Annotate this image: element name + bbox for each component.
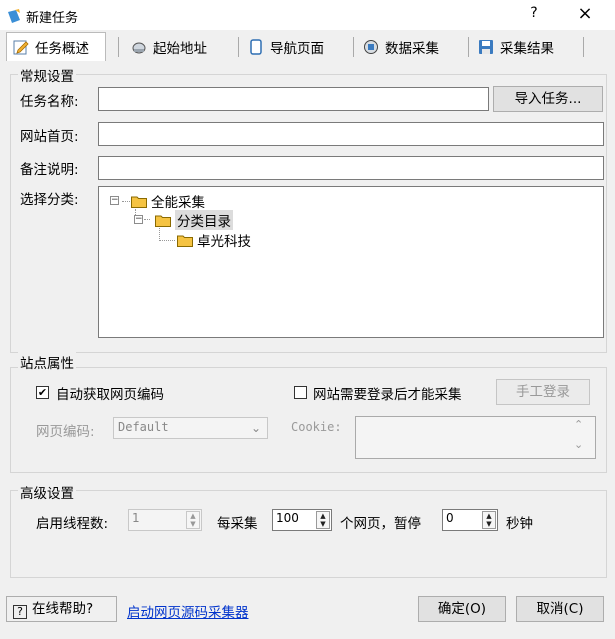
seconds-label: 秒钟 — [506, 516, 533, 532]
tree-node-category-dir[interactable]: 分类目录 — [155, 210, 233, 230]
homepage-input[interactable] — [98, 122, 604, 146]
tab-divider — [468, 37, 469, 57]
source-collector-link[interactable]: 启动网页源码采集器 — [127, 601, 249, 621]
scroll-down-icon[interactable]: ⌄ — [574, 438, 583, 451]
ok-button[interactable]: 确定(O) — [418, 596, 506, 622]
threads-value: 1 — [132, 511, 140, 525]
pause-spinner[interactable]: 0 ▲ ▼ — [442, 509, 498, 531]
tab-divider — [353, 37, 354, 57]
close-button[interactable]: × — [570, 3, 600, 25]
cookie-textarea[interactable] — [355, 416, 596, 459]
tree-node-all-collect[interactable]: 全能采集 — [131, 192, 205, 211]
tab-navigation-page[interactable]: 导航页面 — [242, 34, 348, 59]
per-collect-spinner[interactable]: 100 ▲ ▼ — [272, 509, 332, 531]
tab-strip: 任务概述 起始地址 导航页面 数据采集 采集结果 — [6, 32, 606, 61]
tree-node-label: 分类目录 — [175, 210, 233, 230]
encoding-value: Default — [118, 420, 169, 434]
window-title: 新建任务 — [26, 11, 79, 26]
pages-pause-label: 个网页，暂停 — [340, 516, 421, 532]
task-name-label: 任务名称: — [20, 94, 79, 110]
edit-icon — [13, 40, 29, 55]
online-help-button[interactable]: ? 在线帮助? — [6, 596, 117, 622]
threads-spinner[interactable]: 1 ▲ ▼ — [128, 509, 202, 531]
task-name-input[interactable] — [98, 87, 489, 111]
tab-label: 起始地址 — [153, 40, 207, 57]
disk-icon — [132, 42, 146, 53]
tree-expander[interactable]: − — [134, 215, 143, 224]
note-label: 备注说明: — [20, 162, 79, 178]
question-icon: ? — [13, 605, 27, 619]
advanced-settings-legend: 高级设置 — [18, 482, 76, 502]
tab-divider — [238, 37, 239, 57]
page-icon — [250, 38, 262, 55]
tab-task-overview[interactable]: 任务概述 — [6, 32, 106, 61]
tree-connector — [159, 240, 175, 241]
save-icon — [479, 39, 493, 54]
per-collect-label: 每采集 — [217, 516, 258, 532]
tree-node-label: 全能采集 — [151, 195, 205, 211]
manual-login-button[interactable]: 手工登录 — [496, 379, 590, 405]
folder-icon — [131, 196, 147, 208]
folder-icon — [155, 215, 171, 227]
spinner-arrows-icon[interactable]: ▲ ▼ — [186, 511, 200, 529]
general-settings-legend: 常规设置 — [18, 65, 76, 85]
spinner-arrows-icon[interactable]: ▲ ▼ — [482, 511, 496, 529]
title-help-button[interactable]: ? — [522, 5, 546, 25]
tab-label: 任务概述 — [35, 41, 89, 57]
spinner-arrows-icon[interactable]: ▲ ▼ — [316, 511, 330, 529]
login-required-checkbox[interactable] — [294, 386, 307, 399]
tree-connector — [122, 201, 130, 202]
folder-icon — [177, 235, 193, 247]
cookie-label: Cookie: — [291, 420, 342, 434]
app-icon — [8, 9, 20, 23]
tab-start-address[interactable]: 起始地址 — [125, 34, 235, 59]
tree-connector — [144, 219, 150, 220]
tab-data-collection[interactable]: 数据采集 — [357, 34, 463, 59]
tab-label: 数据采集 — [385, 40, 439, 57]
tree-expander[interactable]: − — [110, 196, 119, 205]
category-tree[interactable]: − 全能采集 − 分类目录 卓光科技 — [98, 186, 604, 338]
tab-divider — [583, 37, 584, 57]
advanced-settings-group — [10, 490, 607, 578]
encoding-label: 网页编码: — [36, 424, 95, 440]
dialog-footer: ? 在线帮助? 启动网页源码采集器 确定(O) 取消(C) — [0, 590, 615, 639]
tab-label: 导航页面 — [270, 40, 324, 57]
scroll-up-icon[interactable]: ⌃ — [574, 418, 583, 431]
homepage-label: 网站首页: — [20, 129, 79, 145]
title-bar: 新建任务 ? × — [0, 0, 615, 30]
auto-encoding-checkbox[interactable]: ✔ — [36, 386, 49, 399]
tab-divider — [118, 37, 119, 57]
chevron-down-icon: ⌄ — [250, 421, 261, 435]
database-icon — [364, 39, 378, 54]
login-required-label: 网站需要登录后才能采集 — [313, 387, 462, 403]
site-properties-legend: 站点属性 — [18, 352, 76, 372]
online-help-label: 在线帮助? — [32, 601, 94, 617]
tab-label: 采集结果 — [500, 40, 554, 57]
cancel-button[interactable]: 取消(C) — [516, 596, 604, 622]
tab-collection-results[interactable]: 采集结果 — [472, 34, 578, 59]
pause-value: 0 — [446, 511, 454, 525]
tree-node-label: 卓光科技 — [197, 234, 251, 250]
encoding-select[interactable]: Default ⌄ — [113, 417, 268, 439]
note-input[interactable] — [98, 156, 604, 180]
import-task-button[interactable]: 导入任务... — [493, 86, 603, 112]
auto-encoding-label: 自动获取网页编码 — [56, 387, 164, 403]
tree-node-zhuoguang[interactable]: 卓光科技 — [177, 231, 251, 250]
threads-label: 启用线程数: — [36, 516, 109, 532]
category-label: 选择分类: — [20, 192, 79, 208]
per-collect-value: 100 — [276, 511, 299, 525]
tab-content: 常规设置 任务名称: 导入任务... 网站首页: 备注说明: 选择分类: − 全… — [6, 58, 609, 590]
